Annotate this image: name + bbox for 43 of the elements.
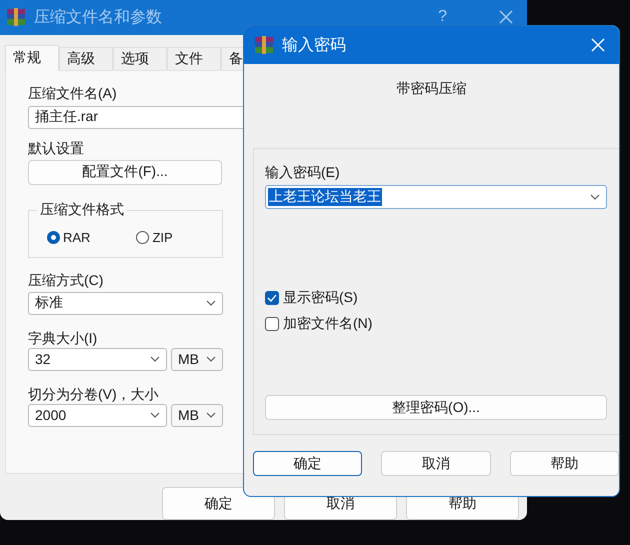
checkbox[interactable] (265, 291, 279, 305)
tab[interactable]: 常规 (5, 44, 59, 71)
window-title: 压缩文件名和参数 (34, 8, 163, 28)
group-title: 压缩文件格式 (37, 200, 127, 219)
tab[interactable]: 文件 (167, 46, 221, 70)
dialog-heading: 带密码压缩 (396, 80, 468, 98)
field-label: 输入密码(E) (265, 163, 340, 181)
checkbox[interactable] (265, 317, 279, 331)
section-label: 默认设置 (28, 138, 84, 157)
size-combo-box[interactable]: 32 (28, 348, 167, 371)
radio-button[interactable] (47, 231, 60, 244)
profiles-button[interactable]: 配置文件(F)... (28, 160, 222, 185)
app-icon (254, 36, 274, 54)
checkbox-label: 显示密码(S) (283, 289, 358, 307)
dialog-button[interactable]: 取消 (381, 451, 491, 476)
window-title: 输入密码 (282, 36, 347, 56)
dialog-button[interactable]: 确定 (253, 451, 362, 476)
tab[interactable]: 选项 (113, 46, 167, 70)
field-label: 切分为分卷(V)，大小 (28, 384, 159, 403)
radio-button[interactable] (136, 231, 150, 244)
unit-dropdown[interactable]: MB (171, 348, 223, 371)
chevron-down-icon (590, 194, 600, 200)
chevron-down-icon (206, 356, 216, 362)
method-dropdown[interactable]: 标准 (28, 292, 223, 315)
field-label: 压缩方式(C) (28, 270, 104, 289)
radio-label: RAR (63, 230, 90, 246)
size-combo-box[interactable]: 2000 (28, 404, 167, 427)
chevron-down-icon (150, 412, 160, 418)
chevron-down-icon (206, 300, 216, 306)
app-icon (6, 8, 26, 26)
dialog-button[interactable]: 帮助 (510, 451, 619, 476)
organize-passwords-button[interactable]: 整理密码(O)... (265, 395, 607, 420)
radio-label: ZIP (152, 230, 173, 246)
chevron-down-icon (206, 412, 216, 418)
dialog-button[interactable]: 确定 (162, 487, 275, 520)
password-field[interactable]: 上老王论坛当老王 (265, 185, 607, 209)
field-label: 压缩文件名(A) (28, 84, 117, 102)
unit-dropdown[interactable]: MB (171, 404, 223, 427)
close-icon[interactable] (499, 10, 513, 24)
checkbox-label: 加密文件名(N) (283, 315, 372, 333)
tab[interactable]: 高级 (59, 46, 113, 70)
field-label: 字典大小(I) (28, 328, 98, 347)
chevron-down-icon (150, 356, 160, 362)
